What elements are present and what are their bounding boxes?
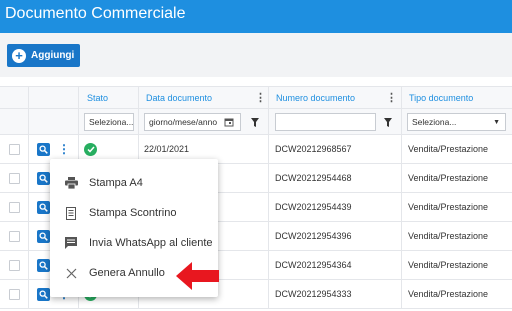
menu-item-label: Invia WhatsApp al cliente	[89, 237, 213, 249]
menu-item-whatsapp[interactable]: Invia WhatsApp al cliente	[50, 228, 218, 258]
printer-icon	[64, 176, 78, 190]
row-number: DCW20212954364	[275, 260, 352, 270]
close-icon	[64, 266, 78, 280]
stato-filter-select[interactable]: Seleziona...	[84, 113, 134, 131]
plus-icon: +	[12, 48, 26, 63]
red-arrow-annotation	[176, 262, 219, 290]
grid-header: Stato Data documento ⋮ Numero documento …	[0, 86, 512, 109]
column-menu-icon[interactable]: ⋮	[386, 87, 397, 108]
row-number: DCW20212954396	[275, 231, 352, 241]
menu-item-label: Genera Annullo	[89, 267, 165, 279]
column-header-stato[interactable]: Stato	[87, 87, 108, 108]
row-checkbox[interactable]	[9, 230, 20, 242]
app-header: Documento Commerciale	[0, 0, 512, 33]
row-checkbox[interactable]	[9, 259, 20, 271]
row-checkbox[interactable]	[9, 143, 20, 155]
row-type: Vendita/Prestazione	[408, 289, 489, 299]
search-icon[interactable]	[37, 200, 50, 214]
chevron-down-icon: ▼	[493, 118, 500, 126]
menu-item-stampa-scontrino[interactable]: Stampa Scontrino	[50, 198, 218, 228]
check-circle-icon	[84, 142, 97, 156]
filter-icon[interactable]	[251, 118, 259, 127]
message-icon	[64, 236, 78, 250]
tipo-filter-placeholder: Seleziona...	[412, 117, 457, 127]
add-button-label: Aggiungi	[31, 50, 75, 61]
filter-icon[interactable]	[384, 118, 392, 127]
column-header-numero[interactable]: Numero documento	[276, 87, 355, 108]
row-type: Vendita/Prestazione	[408, 231, 489, 241]
row-type: Vendita/Prestazione	[408, 144, 489, 154]
search-icon[interactable]	[37, 287, 50, 301]
row-number: DCW20212954439	[275, 202, 352, 212]
row-checkbox[interactable]	[9, 288, 20, 300]
menu-item-label: Stampa Scontrino	[89, 207, 177, 219]
tipo-filter-select[interactable]: Seleziona... ▼	[407, 113, 506, 131]
menu-item-label: Stampa A4	[89, 177, 143, 189]
row-number: DCW20212954468	[275, 173, 352, 183]
search-icon[interactable]	[37, 229, 50, 243]
column-menu-icon[interactable]: ⋮	[255, 87, 266, 108]
search-icon[interactable]	[37, 171, 50, 185]
filter-row: Seleziona... giorno/mese/anno Seleziona.…	[0, 109, 512, 135]
date-filter-input[interactable]: giorno/mese/anno	[144, 113, 241, 131]
row-checkbox[interactable]	[9, 172, 20, 184]
row-type: Vendita/Prestazione	[408, 202, 489, 212]
more-options-icon[interactable]: ⋮	[58, 143, 70, 155]
row-type: Vendita/Prestazione	[408, 260, 489, 270]
search-icon[interactable]	[37, 142, 50, 156]
page-title: Documento Commerciale	[5, 5, 186, 22]
column-header-data[interactable]: Data documento	[146, 87, 212, 108]
add-button[interactable]: + Aggiungi	[7, 44, 81, 67]
date-filter-placeholder: giorno/mese/anno	[149, 117, 218, 127]
search-icon[interactable]	[37, 258, 50, 272]
toolbar: + Aggiungi	[0, 33, 512, 77]
column-header-tipo[interactable]: Tipo documento	[409, 87, 473, 108]
receipt-icon	[64, 206, 78, 220]
number-filter-input[interactable]	[275, 113, 376, 131]
menu-item-stampa-a4[interactable]: Stampa A4	[50, 168, 218, 198]
row-number: DCW20212968567	[275, 144, 352, 154]
calendar-icon[interactable]	[224, 117, 234, 127]
row-checkbox[interactable]	[9, 201, 20, 213]
row-type: Vendita/Prestazione	[408, 173, 489, 183]
row-number: DCW20212954333	[275, 289, 352, 299]
